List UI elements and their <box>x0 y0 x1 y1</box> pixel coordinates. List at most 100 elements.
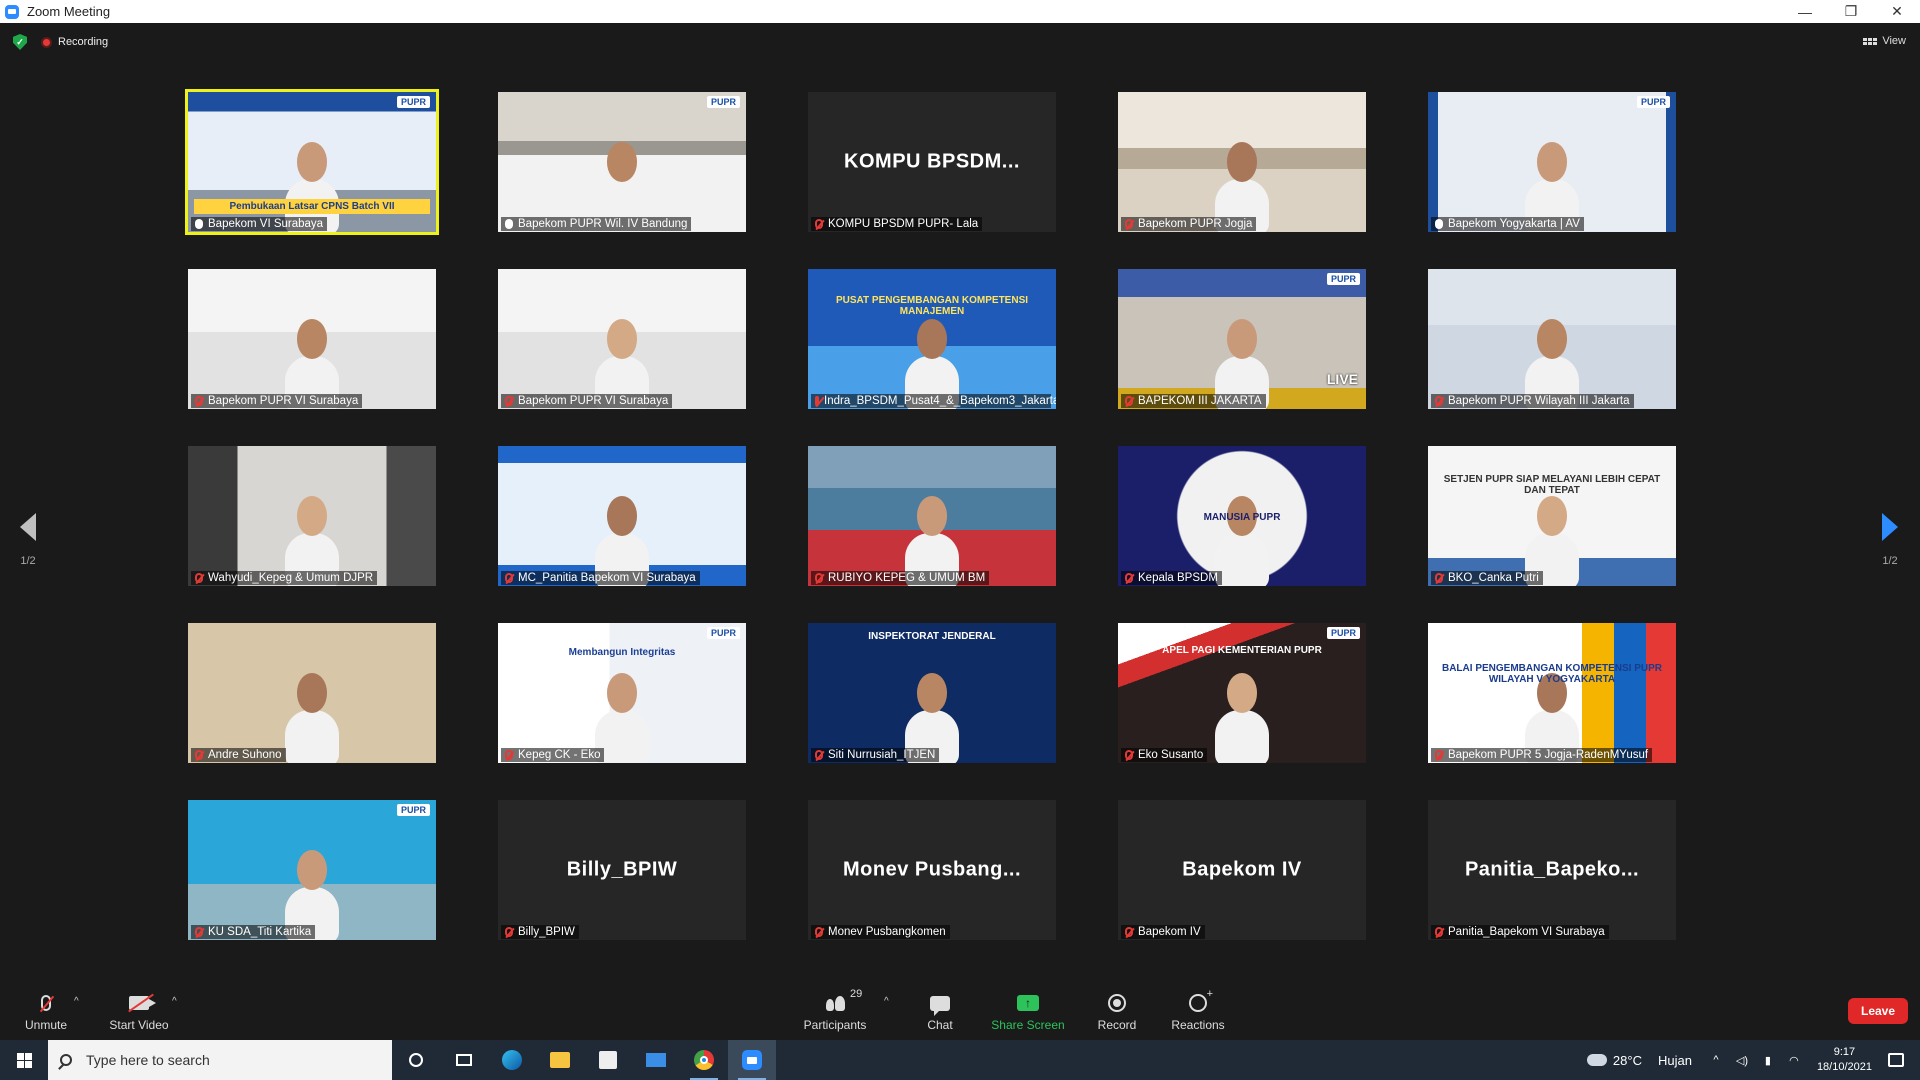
recording-label: Recording <box>58 36 109 48</box>
folder-icon <box>550 1052 570 1068</box>
clock-time: 9:17 <box>1833 1046 1856 1058</box>
mic-muted-icon <box>1435 573 1443 583</box>
recording-dot-icon <box>41 36 52 48</box>
mic-muted-icon <box>195 750 203 760</box>
chat-button[interactable]: Chat <box>920 992 960 1032</box>
search-placeholder: Type here to search <box>86 1052 210 1068</box>
taskbar-app-zoom[interactable] <box>728 1040 776 1080</box>
participant-name-label: Indra_BPSDM_Pusat4_&_Bapekom3_Jakarta <box>811 394 1056 408</box>
video-tile[interactable]: Bapekom PUPR VI Surabaya <box>498 269 746 409</box>
video-banner-text: SETJEN PUPR SIAP MELAYANI LEBIH CEPAT DA… <box>1443 474 1661 496</box>
chat-label: Chat <box>927 1018 953 1032</box>
microphone-tray-icon[interactable]: ▮ <box>1760 1053 1776 1067</box>
video-tile[interactable]: APEL PAGI KEMENTERIAN PUPR PUPR Eko Susant… <box>1118 623 1366 763</box>
close-button[interactable]: ✕ <box>1874 0 1920 23</box>
participant-name-text: Bapekom VI Surabaya <box>208 218 324 230</box>
view-button[interactable]: View <box>1863 35 1906 47</box>
minimize-button[interactable]: — <box>1782 0 1828 23</box>
participant-name-label: Bapekom PUPR VI Surabaya <box>501 394 673 408</box>
participant-name-text: Bapekom PUPR 5 Jogja-RadenMYusuf <box>1448 749 1649 761</box>
pupr-logo: PUPR <box>706 627 740 639</box>
participant-name-text: Bapekom Yogyakarta | AV <box>1448 218 1580 230</box>
audio-options-caret[interactable]: ^ <box>74 996 79 1007</box>
video-tile[interactable]: SETJEN PUPR SIAP MELAYANI LEBIH CEPAT DA… <box>1428 446 1676 586</box>
mic-muted-icon <box>195 927 203 937</box>
mic-muted-icon <box>815 927 823 937</box>
participant-head <box>297 673 327 713</box>
video-tile[interactable]: PUPR KU SDA_Titi Kartika <box>188 800 436 940</box>
cortana-button[interactable] <box>392 1040 440 1080</box>
weather-cloud-icon[interactable] <box>1586 1054 1607 1066</box>
video-tile[interactable]: Bapekom PUPR VI Surabaya <box>188 269 436 409</box>
video-tile[interactable]: MANUSIA PUPR Kepala BPSDM <box>1118 446 1366 586</box>
participant-name-label: Wahyudi_Kepeg & Umum DJPR <box>191 571 378 585</box>
task-view-button[interactable] <box>440 1040 488 1080</box>
arrow-right-icon <box>1882 513 1898 541</box>
chat-icon <box>930 995 950 1016</box>
video-tile[interactable]: Andre Suhono <box>188 623 436 763</box>
weather-condition[interactable]: Hujan <box>1658 1053 1692 1068</box>
window-titlebar: Zoom Meeting — ❐ ✕ <box>0 0 1920 23</box>
video-tile[interactable]: RUBIYO KEPEG & UMUM BM <box>808 446 1056 586</box>
video-tile[interactable]: PUPR Bapekom Yogyakarta | AV <box>1428 92 1676 232</box>
edge-browser-icon <box>502 1050 522 1070</box>
unmute-button[interactable]: Unmute <box>18 992 74 1032</box>
encryption-shield-icon[interactable]: ✓ <box>13 34 27 50</box>
participant-head <box>607 496 637 536</box>
leave-button[interactable]: Leave <box>1848 998 1908 1024</box>
participant-name-label: Siti Nurrusiah_ITJEN <box>811 748 940 762</box>
participant-name-label: Bapekom VI Surabaya <box>191 217 328 231</box>
taskbar-app-store[interactable] <box>584 1040 632 1080</box>
video-tile[interactable]: PUPR Bapekom PUPR Wil. IV Bandung <box>498 92 746 232</box>
speaker-volume-icon[interactable]: ◁) <box>1734 1053 1750 1067</box>
previous-page-button[interactable]: 1/2 <box>8 513 48 567</box>
page-indicator-right: 1/2 <box>1882 555 1898 567</box>
video-tile[interactable]: Pembukaan Latsar CPNS Batch VII PUPR Bapek… <box>185 89 439 235</box>
video-options-caret[interactable]: ^ <box>172 996 177 1007</box>
video-tile[interactable]: Billy_BPIW Billy_BPIW <box>498 800 746 940</box>
participant-display-name: Panitia_Bapeko... <box>1464 858 1640 881</box>
video-tile[interactable]: Bapekom PUPR Wilayah III Jakarta <box>1428 269 1676 409</box>
participant-name-text: Bapekom PUPR VI Surabaya <box>208 395 359 407</box>
taskbar-app-edge[interactable] <box>488 1040 536 1080</box>
taskbar-clock[interactable]: 9:17 18/10/2021 <box>1817 1045 1872 1075</box>
video-tile[interactable]: Monev Pusbang... Monev Pusbangkomen <box>808 800 1056 940</box>
hidden-icons-chevron-icon[interactable]: ^ <box>1708 1053 1724 1067</box>
mic-muted-icon <box>195 573 203 583</box>
participant-name-label: Billy_BPIW <box>501 925 579 939</box>
video-tile[interactable]: PUSAT PENGEMBANGAN KOMPETENSI MANAJEMEN I… <box>808 269 1056 409</box>
video-tile[interactable]: PUPR LIVE BAPEKOM III JAKARTA <box>1118 269 1366 409</box>
participant-head <box>917 319 947 359</box>
start-video-button[interactable]: Start Video <box>104 992 174 1032</box>
taskbar-app-file-explorer[interactable] <box>536 1040 584 1080</box>
participant-name-text: Kepeg CK - Eko <box>518 749 601 761</box>
video-tile[interactable]: MC_Panitia Bapekom VI Surabaya <box>498 446 746 586</box>
record-button[interactable]: Record <box>1094 992 1140 1032</box>
participants-options-caret[interactable]: ^ <box>884 996 889 1007</box>
video-tile[interactable]: Wahyudi_Kepeg & Umum DJPR <box>188 446 436 586</box>
video-tile[interactable]: Bapekom IV Bapekom IV <box>1118 800 1366 940</box>
weather-temperature[interactable]: 28°C <box>1613 1053 1642 1068</box>
notification-center-icon[interactable] <box>1888 1053 1904 1067</box>
window-title: Zoom Meeting <box>27 4 111 19</box>
taskbar-app-chrome[interactable] <box>680 1040 728 1080</box>
reactions-button[interactable]: Reactions <box>1168 988 1228 1032</box>
share-screen-button[interactable]: ↑ Share Screen <box>990 992 1066 1032</box>
video-tile[interactable]: Panitia_Bapeko... Panitia_Bapekom VI Sura… <box>1428 800 1676 940</box>
arrow-left-icon <box>20 513 36 541</box>
video-tile[interactable]: Bapekom PUPR Jogja <box>1118 92 1366 232</box>
video-tile[interactable]: Membangun Integritas PUPR Kepeg CK - Eko <box>498 623 746 763</box>
recording-indicator[interactable]: Recording <box>41 36 108 48</box>
video-tile[interactable]: BALAI PENGEMBANGAN KOMPETENSI PUPR WILAY… <box>1428 623 1676 763</box>
wifi-network-icon[interactable]: ◠ <box>1786 1053 1802 1067</box>
participant-name-text: KU SDA_Titi Kartika <box>208 926 312 938</box>
next-page-button[interactable]: 1/2 <box>1870 513 1910 567</box>
start-button[interactable] <box>0 1040 48 1080</box>
taskbar-app-mail[interactable] <box>632 1040 680 1080</box>
mic-muted-icon <box>815 396 819 406</box>
video-tile[interactable]: KOMPU BPSDM... KOMPU BPSDM PUPR- Lala <box>808 92 1056 232</box>
video-banner-text: Membangun Integritas <box>568 647 676 658</box>
restore-button[interactable]: ❐ <box>1828 0 1874 23</box>
taskbar-search-box[interactable]: Type here to search <box>48 1040 392 1080</box>
video-tile[interactable]: INSPEKTORAT JENDERAL Siti Nurrusiah_ITJEN <box>808 623 1056 763</box>
